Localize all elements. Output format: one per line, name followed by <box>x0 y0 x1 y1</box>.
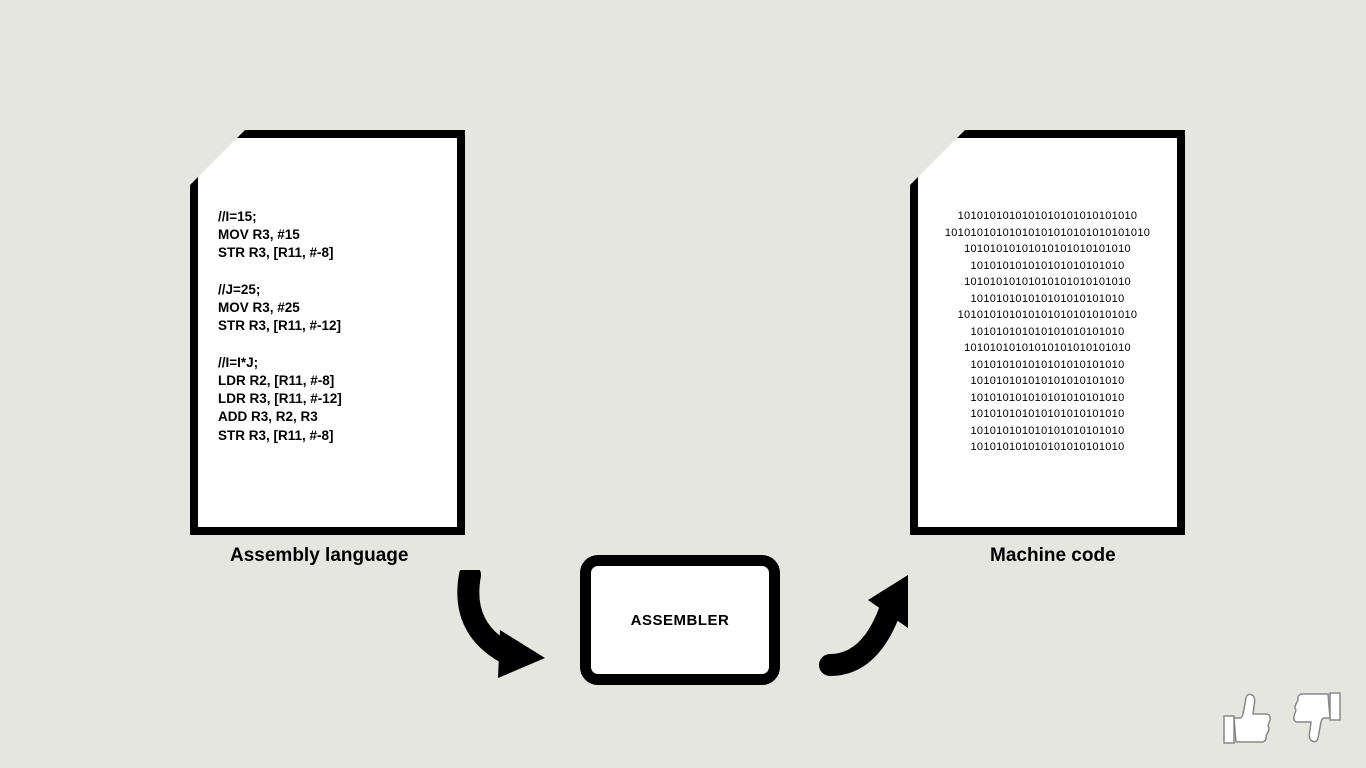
machine-code-binary-text: 1010101010101010101010101010 10101010101… <box>918 138 1177 476</box>
arrow-right-icon <box>800 570 920 680</box>
assembly-language-label: Assembly language <box>230 545 408 567</box>
thumbs-up-icon[interactable] <box>1216 688 1276 748</box>
machine-code-document: 1010101010101010101010101010 10101010101… <box>910 130 1185 535</box>
feedback-thumbs <box>1216 688 1346 748</box>
assembler-box-label: ASSEMBLER <box>631 612 730 629</box>
assembly-language-document: //I=15; MOV R3, #15 STR R3, [R11, #-8] /… <box>190 130 465 535</box>
assembly-code-text: //I=15; MOV R3, #15 STR R3, [R11, #-8] /… <box>198 138 457 465</box>
arrow-left-icon <box>450 570 570 680</box>
thumbs-down-icon[interactable] <box>1286 688 1346 748</box>
assembler-box: ASSEMBLER <box>580 555 780 685</box>
machine-code-label: Machine code <box>990 545 1116 567</box>
